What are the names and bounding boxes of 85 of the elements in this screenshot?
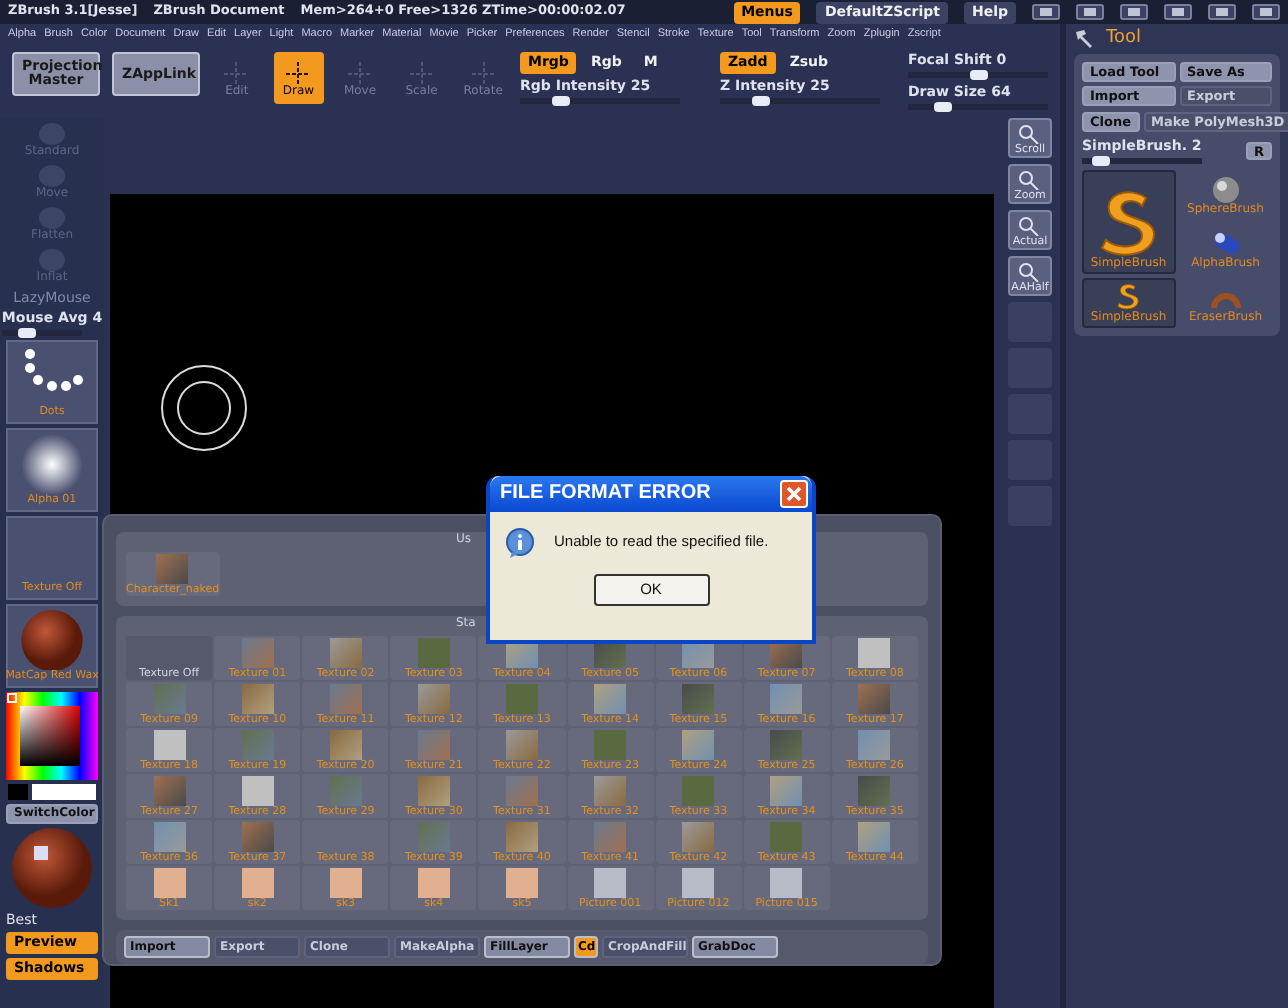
magnifier-icon: [1018, 261, 1042, 282]
slider-thumb[interactable]: [751, 96, 770, 107]
texture-thumbnail: [770, 683, 803, 714]
texture-thumbnail: [329, 683, 362, 714]
info-icon: [506, 528, 534, 558]
dialog-title: FILE FORMAT ERROR: [500, 482, 711, 506]
photo-placeholder: [770, 867, 803, 898]
magnifier-icon: [1018, 169, 1042, 190]
texture-thumbnail: [770, 729, 803, 760]
slider-thumb[interactable]: [551, 96, 570, 107]
magnifier-icon: [1018, 123, 1042, 144]
texture-thumbnail: [594, 775, 627, 806]
texture-thumbnail: [858, 729, 891, 760]
window-control-icon[interactable]: [1032, 4, 1060, 20]
texture-thumbnail: [417, 867, 450, 898]
material-sphere-icon: [16, 609, 88, 671]
texture-thumbnail: [858, 637, 891, 668]
texture-thumbnail: [505, 775, 538, 806]
concentric-circles-drawing: [160, 364, 248, 452]
window-control-icon[interactable]: [1164, 4, 1192, 20]
crosshair-icon: [286, 62, 311, 87]
photo-placeholder: [682, 867, 715, 898]
texture-thumbnail: [156, 553, 189, 584]
texture-thumbnail: [682, 729, 715, 760]
texture-thumbnail: [858, 683, 891, 714]
magnifier-icon: [1018, 215, 1042, 236]
texture-thumbnail: [241, 729, 274, 760]
texture-thumbnail: [594, 729, 627, 760]
texture-thumbnail: [329, 637, 362, 668]
slider-thumb[interactable]: [969, 70, 988, 81]
window-control-icon[interactable]: [1076, 4, 1104, 20]
window-control-icon[interactable]: [1252, 4, 1280, 20]
texture-thumbnail: [417, 821, 450, 852]
close-icon: [786, 486, 802, 502]
texture-thumbnail: [329, 775, 362, 806]
texture-thumbnail: [153, 775, 186, 806]
slider-thumb[interactable]: [1092, 156, 1110, 167]
texture-thumbnail: [241, 683, 274, 714]
crosshair-icon: [347, 62, 372, 87]
texture-thumbnail: [770, 775, 803, 806]
panel-title: Tool: [1106, 28, 1141, 49]
texture-thumbnail: [153, 821, 186, 852]
texture-thumbnail: [505, 821, 538, 852]
texture-thumbnail: [241, 775, 274, 806]
texture-thumbnail: [417, 729, 450, 760]
texture-thumbnail: [505, 683, 538, 714]
color-picker[interactable]: [6, 691, 98, 780]
primary-color-swatch[interactable]: [8, 783, 28, 800]
window-control-icon[interactable]: [1120, 4, 1148, 20]
slider-track[interactable]: [1082, 158, 1202, 165]
texture-thumbnail: [682, 775, 715, 806]
texture-thumbnail: [858, 775, 891, 806]
slider-thumb[interactable]: [17, 327, 36, 338]
texture-thumbnail: [241, 867, 274, 898]
secondary-color-swatch[interactable]: [32, 783, 96, 800]
close-button[interactable]: [780, 480, 808, 508]
crosshair-icon: [471, 62, 496, 87]
material-preview-sphere: [12, 827, 92, 908]
texture-thumbnail: [505, 729, 538, 760]
texture-thumbnail: [417, 637, 450, 668]
texture-thumbnail: [329, 867, 362, 898]
texture-thumbnail: [858, 821, 891, 852]
texture-thumbnail: [505, 867, 538, 898]
texture-thumbnail: [417, 775, 450, 806]
texture-thumbnail: [153, 867, 186, 898]
photo-placeholder: [594, 867, 627, 898]
texture-thumbnail: [241, 637, 274, 668]
texture-thumbnail: [682, 683, 715, 714]
texture-thumbnail: [153, 683, 186, 714]
texture-thumbnail: [153, 729, 186, 760]
texture-thumbnail: [682, 821, 715, 852]
texture-thumbnail: [594, 821, 627, 852]
s-logo-icon: [1114, 282, 1143, 311]
texture-thumbnail: [329, 729, 362, 760]
texture-thumbnail: [417, 683, 450, 714]
texture-thumbnail: [594, 683, 627, 714]
texture-thumbnail: [770, 821, 803, 852]
sphere-icon: [1211, 175, 1240, 203]
window-control-icon[interactable]: [1208, 4, 1236, 20]
hammer-icon: [1074, 28, 1094, 49]
soft-circle-icon: [20, 433, 84, 495]
slider-thumb[interactable]: [934, 102, 953, 113]
crosshair-icon: [409, 62, 434, 87]
texture-thumbnail: [241, 821, 274, 852]
crosshair-icon: [224, 62, 249, 87]
